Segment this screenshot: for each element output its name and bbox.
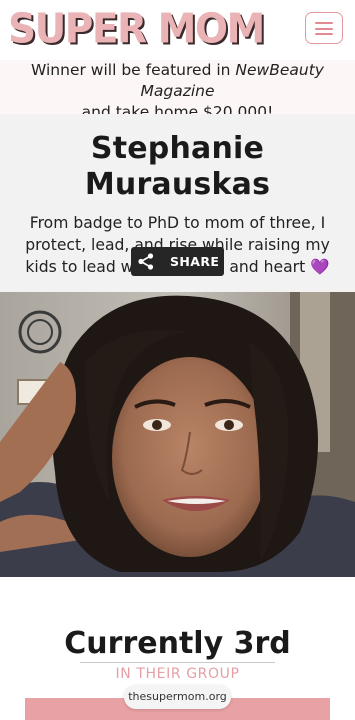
share-icon (138, 253, 154, 270)
rank-title: Currently 3rd (64, 626, 291, 661)
top-header: SUPER MOM (0, 0, 355, 60)
rank-subtitle: IN THEIR GROUP (115, 666, 240, 682)
rank-divider (80, 662, 275, 663)
hamburger-menu-icon (315, 22, 333, 24)
contestant-photo[interactable] (0, 292, 355, 577)
menu-button[interactable] (305, 12, 343, 44)
prize-line-1: Winner will be featured in NewBeauty Mag… (31, 61, 324, 100)
contestant-name: Stephanie Murauskas (84, 131, 271, 202)
prize-banner: Winner will be featured in NewBeauty Mag… (0, 60, 355, 121)
profile-section: Stephanie Murauskas From badge to PhD to… (0, 114, 355, 292)
contestant-portrait-image (0, 292, 355, 577)
share-button[interactable]: SHARE (131, 247, 224, 276)
site-logo[interactable]: SUPER MOM (8, 6, 265, 54)
share-label: SHARE (170, 254, 220, 269)
browser-url-pill[interactable]: thesupermom.org (124, 685, 231, 709)
purple-heart-emoji: 💜 (310, 258, 330, 276)
